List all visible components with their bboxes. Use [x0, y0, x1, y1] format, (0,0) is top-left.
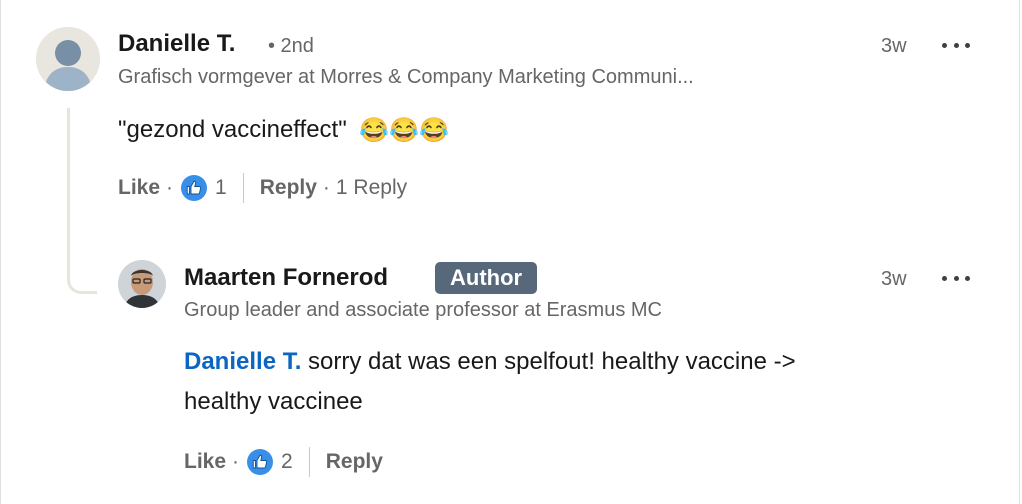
- avatar-photo[interactable]: [118, 260, 166, 308]
- like-button[interactable]: Like: [184, 450, 226, 474]
- more-icon[interactable]: [942, 272, 970, 284]
- comment-text: Danielle T. sorry dat was een spelfout! …: [184, 342, 964, 422]
- thumbs-up-icon[interactable]: [181, 175, 208, 201]
- like-count[interactable]: 2: [281, 450, 293, 474]
- laughing-emoji: 😂: [389, 116, 420, 144]
- comment-author-headline: Group leader and associate professor at …: [184, 299, 662, 321]
- like-button[interactable]: Like: [118, 176, 160, 200]
- comment-timestamp: 3w: [881, 268, 907, 290]
- reply-button[interactable]: Reply: [260, 176, 317, 200]
- separator-dot: ·: [166, 176, 174, 199]
- comment-body-line2: healthy vaccinee: [184, 388, 363, 415]
- laughing-emoji: 😂: [359, 116, 390, 144]
- comment-actions: Like · 1 Reply · 1 Reply: [118, 172, 407, 204]
- thread-connector-line: [67, 108, 97, 294]
- comment-author-name[interactable]: Danielle T.: [118, 30, 235, 58]
- mention-link[interactable]: Danielle T.: [184, 348, 301, 375]
- author-badge: Author: [435, 262, 538, 294]
- comment-text: "gezond vaccineffect" 😂 😂 😂: [118, 110, 449, 151]
- separator-dot: ·: [232, 450, 240, 473]
- separator-dot: ·: [322, 176, 330, 199]
- thumbs-up-glyph: [186, 180, 202, 195]
- emoji-group: 😂 😂 😂: [359, 111, 449, 151]
- comment-thread: Danielle T. • 2nd Grafisch vormgever at …: [0, 0, 1020, 504]
- comment-author-name[interactable]: Maarten Fornerod: [184, 264, 388, 292]
- more-icon[interactable]: [942, 39, 970, 51]
- like-count[interactable]: 1: [215, 176, 227, 200]
- person-silhouette-icon: [36, 27, 100, 91]
- action-divider: [242, 173, 244, 203]
- thumbs-up-glyph: [252, 454, 268, 469]
- thumbs-up-icon[interactable]: [247, 449, 274, 475]
- reply-count[interactable]: 1 Reply: [336, 176, 407, 200]
- comment-body-line1: sorry dat was een spelfout! healthy vacc…: [301, 348, 796, 375]
- profile-photo-icon: [118, 260, 166, 308]
- action-divider: [308, 447, 310, 477]
- reply-button[interactable]: Reply: [326, 450, 383, 474]
- comment-timestamp: 3w: [881, 35, 907, 57]
- comment-body: "gezond vaccineffect": [118, 116, 347, 143]
- laughing-emoji: 😂: [419, 116, 450, 144]
- avatar-placeholder[interactable]: [36, 27, 100, 91]
- comment-author-headline: Grafisch vormgever at Morres & Company M…: [118, 66, 694, 88]
- comment-actions: Like · 2 Reply: [184, 446, 383, 478]
- connection-degree: • 2nd: [268, 35, 314, 57]
